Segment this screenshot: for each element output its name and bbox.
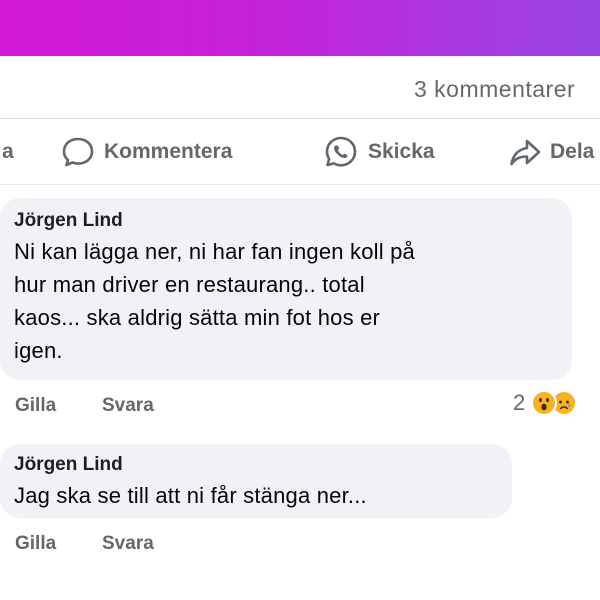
post-action-bar: a Kommentera Skicka Dela	[0, 130, 600, 174]
comment-action-label: Kommentera	[104, 140, 233, 163]
whatsapp-icon	[322, 133, 360, 171]
comment-text: Jag ska se till att ni får stänga ner...	[14, 483, 367, 508]
comment-reply-button[interactable]: Svara	[102, 395, 154, 417]
divider	[0, 118, 600, 119]
like-action-label: a	[2, 140, 14, 163]
divider	[0, 184, 600, 185]
post-header-bar	[0, 0, 600, 56]
comment-text: Ni kan lägga ner, ni har fan ingen koll …	[14, 239, 415, 363]
send-action-label: Skicka	[368, 140, 435, 163]
comment-like-button[interactable]: Gilla	[15, 395, 56, 417]
comment-icon	[60, 134, 96, 170]
comment-like-button[interactable]: Gilla	[15, 533, 56, 555]
reaction-count: 2	[513, 390, 526, 415]
comment-bubble: Jörgen Lind Jag ska se till att ni får s…	[0, 444, 512, 518]
comment-reply-button[interactable]: Svara	[102, 533, 154, 555]
comment-author[interactable]: Jörgen Lind	[14, 454, 496, 476]
share-action-label: Dela	[550, 140, 595, 163]
comment-count-link[interactable]: 3 kommentarer	[414, 76, 575, 103]
wow-emoji-icon	[531, 390, 558, 416]
comment-author[interactable]: Jörgen Lind	[14, 210, 556, 232]
send-action-button[interactable]: Skicka	[322, 130, 435, 174]
like-action-button[interactable]: a	[0, 130, 14, 174]
comment-action-button[interactable]: Kommentera	[60, 130, 232, 174]
facebook-comment-section: 3 kommentarer a Kommentera Skicka Dela J…	[0, 0, 600, 600]
share-arrow-icon	[508, 135, 542, 169]
comment-bubble: Jörgen Lind Ni kan lägga ner, ni har fan…	[0, 198, 572, 380]
share-action-button[interactable]: Dela	[508, 130, 594, 174]
comment-reactions[interactable]: 2	[513, 386, 578, 420]
